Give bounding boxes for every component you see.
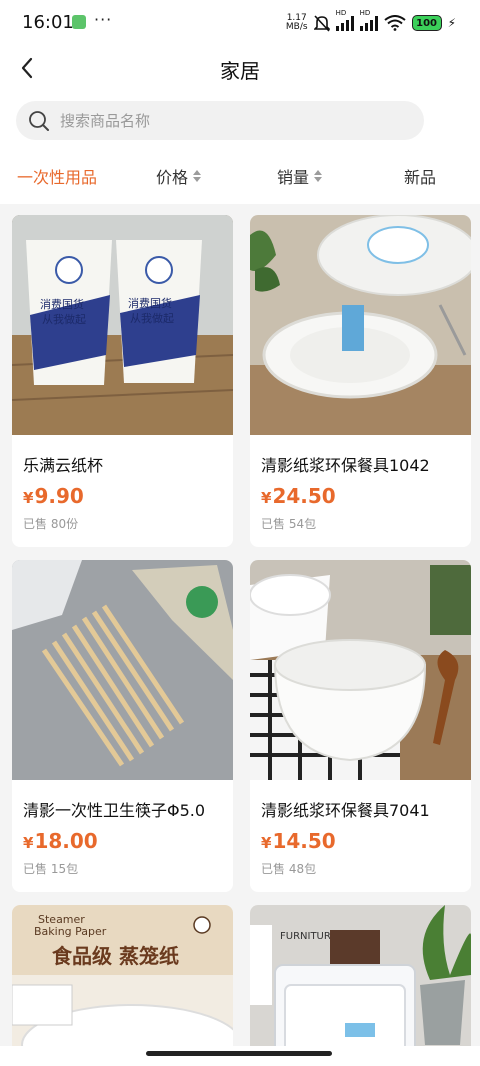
more-notifications-icon: ··· xyxy=(94,10,113,29)
sold-count: 已售 48包 xyxy=(261,862,317,876)
filter-disposable[interactable]: 一次性用品 xyxy=(17,164,97,188)
signal-icon-2: HD xyxy=(359,9,378,31)
currency-symbol: ¥ xyxy=(23,834,34,852)
cup-text-1: 消费国货 xyxy=(40,297,84,311)
currency-symbol: ¥ xyxy=(261,489,272,507)
product-name: 乐满云纸杯 xyxy=(23,456,104,475)
price-value: 14.50 xyxy=(272,829,336,853)
filter-sales[interactable]: 销量 xyxy=(277,164,323,188)
network-speed-unit: MB/s xyxy=(285,22,308,32)
filter-price-label: 价格 xyxy=(156,168,189,187)
price-value: 9.90 xyxy=(34,484,84,508)
product-card[interactable]: Steamer Baking Paper 食品级 蒸笼纸 xyxy=(12,905,233,1066)
nav-bar: 家居 xyxy=(0,46,480,90)
battery-indicator: 100 xyxy=(411,15,442,31)
status-bar: 16:01 ··· 1.17 MB/s HD HD 100 ⚡ xyxy=(0,0,480,46)
product-price: ¥24.50 xyxy=(261,484,336,508)
product-price: ¥14.50 xyxy=(261,829,336,853)
filter-bar: 一次性用品 价格 销量 新品 xyxy=(0,158,480,194)
filter-new-label: 新品 xyxy=(404,168,437,187)
price-value: 18.00 xyxy=(34,829,98,853)
steamer-title: 食品级 蒸笼纸 xyxy=(52,944,179,968)
header-area: 16:01 ··· 1.17 MB/s HD HD 100 ⚡ 家居 搜索商品名… xyxy=(0,0,480,204)
wifi-icon xyxy=(383,15,406,31)
message-notification-icon xyxy=(72,15,86,29)
box-sign: FURNITURE xyxy=(280,931,337,942)
product-image: 消费国货 从我做起 消费国货 从我做起 xyxy=(12,215,233,435)
cup-text-2b: 从我做起 xyxy=(130,311,174,325)
network-speed: 1.17 MB/s xyxy=(286,14,308,32)
product-image xyxy=(250,560,471,780)
product-card[interactable]: FURNITURE xyxy=(250,905,471,1066)
sort-arrows-icon xyxy=(314,170,323,182)
product-price: ¥18.00 xyxy=(23,829,98,853)
page-title: 家居 xyxy=(220,59,260,83)
product-price: ¥9.90 xyxy=(23,484,84,508)
product-card[interactable]: 清影纸浆环保餐具1042 ¥24.50 已售 54包 xyxy=(250,215,471,547)
status-time: 16:01 xyxy=(22,12,74,33)
steamer-brand-2: Baking Paper xyxy=(34,925,107,938)
home-indicator[interactable] xyxy=(146,1051,332,1056)
product-image: FURNITURE xyxy=(250,905,471,1066)
sold-count: 已售 80份 xyxy=(23,517,79,531)
price-value: 24.50 xyxy=(272,484,336,508)
product-card[interactable]: 清影一次性卫生筷子Φ5.0 ¥18.00 已售 15包 xyxy=(12,560,233,892)
sold-count: 已售 54包 xyxy=(261,517,317,531)
filter-sales-label: 销量 xyxy=(277,168,310,187)
sold-count: 已售 15包 xyxy=(23,862,79,876)
filter-price[interactable]: 价格 xyxy=(156,164,202,188)
filter-new[interactable]: 新品 xyxy=(404,164,436,188)
status-right: 1.17 MB/s HD HD 100 ⚡ xyxy=(286,9,456,34)
product-name: 清影纸浆环保餐具1042 xyxy=(261,456,430,475)
cup-text-2: 从我做起 xyxy=(42,312,86,326)
search-icon xyxy=(29,111,49,131)
charging-icon: ⚡ xyxy=(447,16,456,30)
product-name: 清影一次性卫生筷子Φ5.0 xyxy=(23,801,206,820)
product-image xyxy=(250,215,471,435)
currency-symbol: ¥ xyxy=(23,489,34,507)
search-input[interactable] xyxy=(60,101,410,140)
search-bar[interactable] xyxy=(16,101,424,140)
product-card[interactable]: 清影纸浆环保餐具7041 ¥14.50 已售 48包 xyxy=(250,560,471,892)
signal-icon-1: HD xyxy=(335,9,354,31)
currency-symbol: ¥ xyxy=(261,834,272,852)
product-image: Steamer Baking Paper 食品级 蒸笼纸 xyxy=(12,905,233,1066)
filter-disposable-label: 一次性用品 xyxy=(17,168,98,187)
hd-label-2: HD xyxy=(359,9,371,17)
product-card[interactable]: 消费国货 从我做起 消费国货 从我做起 乐满云纸杯 ¥9.90 已售 80份 xyxy=(12,215,233,547)
cup-text-1b: 消费国货 xyxy=(128,296,172,310)
mute-icon xyxy=(313,15,330,32)
hd-label-1: HD xyxy=(335,9,347,17)
sort-arrows-icon xyxy=(193,170,202,182)
product-image xyxy=(12,560,233,780)
product-name: 清影纸浆环保餐具7041 xyxy=(261,801,430,820)
gesture-area xyxy=(0,1046,480,1066)
